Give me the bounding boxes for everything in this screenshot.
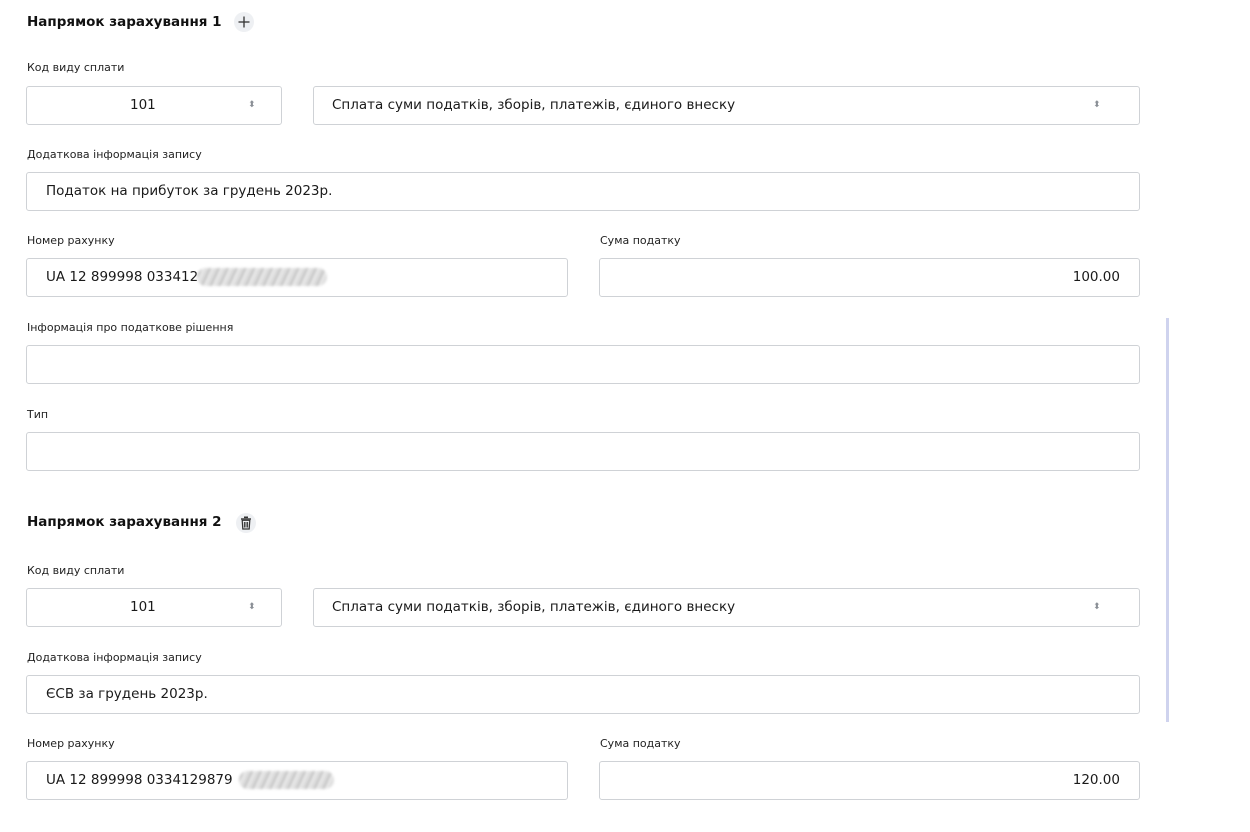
- payment-description-value-1: Сплата суми податків, зборів, платежів, …: [332, 97, 736, 113]
- account-value-2: UA 12 899998 0334129879: [46, 772, 233, 788]
- amount-label-2: Сума податку: [600, 737, 681, 750]
- amount-input-1[interactable]: 100.00: [599, 258, 1140, 297]
- amount-value-2: 120.00: [1072, 772, 1120, 788]
- extra-info-input-2[interactable]: ЄСВ за грудень 2023р.: [26, 675, 1140, 714]
- amount-label-1: Сума податку: [600, 234, 681, 247]
- delete-section-button[interactable]: [236, 513, 256, 533]
- account-label-1: Номер рахунку: [27, 234, 115, 247]
- add-section-button[interactable]: [234, 12, 254, 32]
- redacted-account-digits: [239, 771, 334, 789]
- section-1-title: Напрямок зарахування 1: [27, 14, 222, 30]
- extra-info-value-1: Податок на прибуток за грудень 2023р.: [46, 183, 333, 199]
- account-input-2[interactable]: UA 12 899998 0334129879: [26, 761, 568, 800]
- sort-arrows-icon: ⬍: [248, 100, 256, 110]
- payment-code-label-1: Код виду сплати: [27, 61, 125, 74]
- payment-code-label-2: Код виду сплати: [27, 564, 125, 577]
- type-input-1[interactable]: [26, 432, 1140, 471]
- type-label-1: Тип: [27, 408, 49, 421]
- plus-icon: [238, 16, 250, 28]
- payment-code-value-2: 101: [130, 599, 156, 615]
- account-label-2: Номер рахунку: [27, 737, 115, 750]
- extra-info-label-2: Додаткова інформація запису: [27, 651, 202, 664]
- amount-input-2[interactable]: 120.00: [599, 761, 1140, 800]
- trash-icon: [241, 516, 251, 530]
- payment-code-select-2[interactable]: 101 ⬍: [26, 588, 282, 627]
- extra-info-label-1: Додаткова інформація запису: [27, 148, 202, 161]
- payment-description-value-2: Сплата суми податків, зборів, платежів, …: [332, 599, 736, 615]
- tax-decision-input-1[interactable]: [26, 345, 1140, 384]
- scrollbar-thumb[interactable]: [1166, 318, 1169, 722]
- payment-description-select-1[interactable]: Сплата суми податків, зборів, платежів, …: [313, 86, 1140, 125]
- section-2-title: Напрямок зарахування 2: [27, 514, 222, 530]
- extra-info-input-1[interactable]: Податок на прибуток за грудень 2023р.: [26, 172, 1140, 211]
- payment-code-select-1[interactable]: 101 ⬍: [26, 86, 282, 125]
- extra-info-value-2: ЄСВ за грудень 2023р.: [46, 686, 208, 702]
- account-value-1: UA 12 899998 033412: [46, 269, 199, 285]
- amount-value-1: 100.00: [1072, 269, 1120, 285]
- payment-description-select-2[interactable]: Сплата суми податків, зборів, платежів, …: [313, 588, 1140, 627]
- payment-code-value-1: 101: [130, 97, 156, 113]
- redacted-account-digits: [197, 268, 327, 286]
- account-input-1[interactable]: UA 12 899998 033412: [26, 258, 568, 297]
- sort-arrows-icon: ⬍: [248, 602, 256, 612]
- sort-arrows-icon: ⬍: [1093, 100, 1101, 110]
- sort-arrows-icon: ⬍: [1093, 602, 1101, 612]
- tax-decision-label-1: Інформація про податкове рішення: [27, 321, 234, 334]
